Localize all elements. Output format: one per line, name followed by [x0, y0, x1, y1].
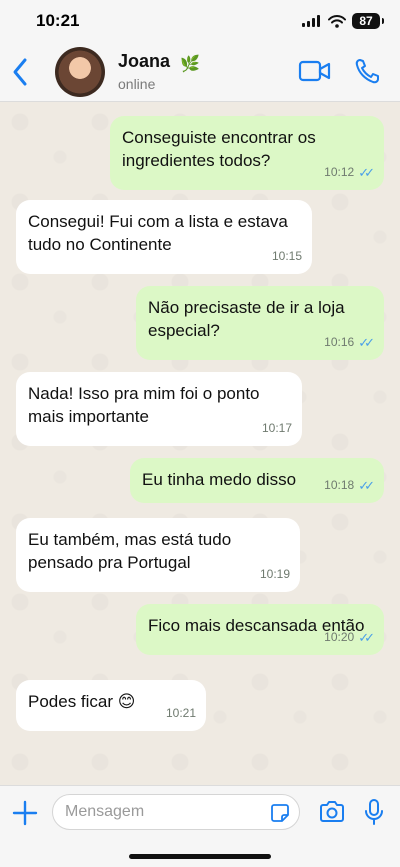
message-bubble-outgoing[interactable]: Fico mais descansada então 10:20 ✓✓ [136, 604, 384, 655]
read-receipt-icon: ✓✓ [358, 335, 375, 350]
message-bubble-incoming[interactable]: Nada! Isso pra mim foi o ponto mais impo… [16, 372, 302, 446]
signal-icon [302, 15, 320, 27]
plus-icon[interactable] [12, 800, 38, 826]
contact-name[interactable]: Joana [118, 51, 170, 72]
chat-header: Joana 🌿 online [0, 42, 400, 102]
message-meta: 10:18 ✓✓ [324, 474, 375, 497]
message-input[interactable] [52, 794, 300, 830]
message-text: Eu também, mas está tudo pensado pra Por… [28, 530, 232, 572]
read-receipt-icon: ✓✓ [358, 165, 375, 180]
message-text: Eu tinha medo disso [142, 470, 297, 489]
contact-status: online [118, 76, 156, 92]
camera-icon[interactable] [318, 800, 346, 824]
message-meta: 10:19 [260, 563, 290, 586]
message-meta: 10:15 [272, 245, 302, 268]
message-bubble-outgoing[interactable]: Não precisaste de ir a loja especial? 10… [136, 286, 384, 360]
back-chevron-icon[interactable] [8, 54, 32, 90]
message-meta: 10:12 ✓✓ [324, 161, 375, 184]
message-text: Nada! Isso pra mim foi o ponto mais impo… [28, 384, 260, 426]
message-bubble-outgoing[interactable]: Eu tinha medo disso 10:18 ✓✓ [130, 458, 384, 503]
message-time: 10:18 [324, 478, 355, 492]
contact-avatar[interactable] [55, 47, 105, 97]
message-bubble-incoming[interactable]: Consegui! Fui com a lista e estava tudo … [16, 200, 312, 274]
message-text: Consegui! Fui com a lista e estava tudo … [28, 212, 288, 254]
message-text: Não precisaste de ir a loja especial? [148, 298, 345, 340]
message-text: Conseguiste encontrar os ingredientes to… [122, 128, 316, 170]
microphone-icon[interactable] [364, 798, 384, 826]
message-time: 10:12 [324, 165, 355, 179]
wifi-icon [328, 14, 346, 28]
message-time: 10:20 [324, 630, 355, 644]
message-time: 10:16 [324, 335, 355, 349]
message-bubble-outgoing[interactable]: Conseguiste encontrar os ingredientes to… [110, 116, 384, 190]
read-receipt-icon: ✓✓ [358, 630, 375, 645]
phone-call-icon[interactable] [354, 57, 380, 85]
sticker-icon[interactable] [270, 803, 290, 823]
status-icons: 87 [302, 13, 384, 29]
message-meta: 10:16 ✓✓ [324, 331, 375, 354]
message-bubble-incoming[interactable]: Podes ficar 😊 10:21 [16, 680, 206, 731]
home-indicator [129, 854, 271, 859]
video-call-icon[interactable] [298, 59, 332, 83]
read-receipt-icon: ✓✓ [358, 478, 375, 493]
message-meta: 10:17 [262, 417, 292, 440]
message-input-bar [0, 785, 400, 867]
message-time: 10:17 [261, 421, 292, 435]
message-time: 10:15 [271, 249, 302, 263]
status-time: 10:21 [36, 11, 80, 30]
battery-icon: 87 [352, 13, 384, 29]
message-bubble-incoming[interactable]: Eu também, mas está tudo pensado pra Por… [16, 518, 300, 592]
message-meta: 10:20 ✓✓ [324, 626, 375, 649]
message-time: 10:19 [259, 567, 290, 581]
leaf-emoji-icon: 🌿 [180, 56, 200, 73]
message-text: Podes ficar 😊 [28, 692, 136, 711]
status-bar: 10:21 87 [0, 0, 400, 42]
message-meta: 10:21 [166, 702, 196, 725]
chat-area[interactable]: Conseguiste encontrar os ingredientes to… [0, 102, 400, 785]
message-time: 10:21 [165, 706, 196, 720]
